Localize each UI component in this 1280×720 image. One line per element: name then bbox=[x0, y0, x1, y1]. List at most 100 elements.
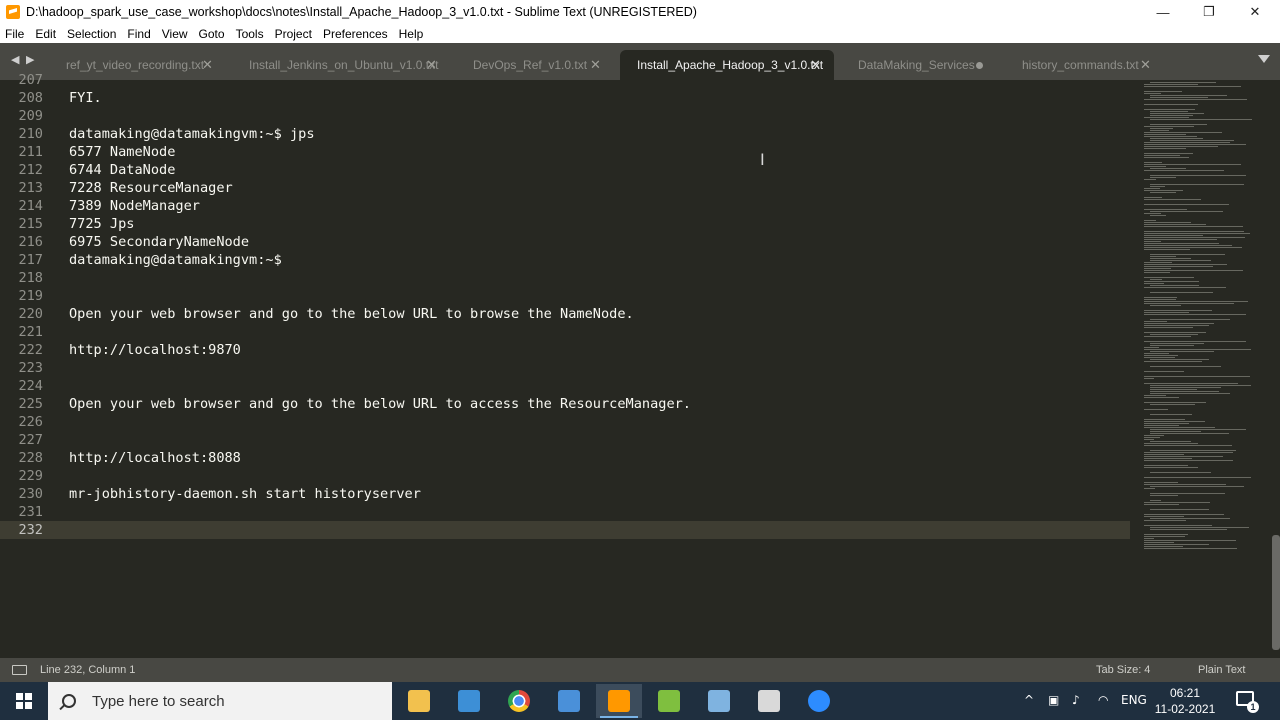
taskbar-app-notepad-plus-plus[interactable] bbox=[646, 684, 692, 718]
line-number: 207 bbox=[18, 72, 43, 88]
minimap-line bbox=[1144, 299, 1176, 300]
menu-project[interactable]: Project bbox=[270, 27, 318, 41]
input-language[interactable]: ENG bbox=[1121, 693, 1147, 707]
line-text: Open your web browser and go to the belo… bbox=[69, 306, 634, 322]
code-line: 226 bbox=[0, 413, 1130, 431]
taskbar-app-virtualbox[interactable] bbox=[696, 684, 742, 718]
minimap-line bbox=[1150, 441, 1191, 442]
show-hidden-icons-chevron-icon[interactable]: ^ bbox=[1024, 693, 1034, 707]
minimap-line bbox=[1150, 292, 1213, 293]
tab-label: Install_Apache_Hadoop_3_v1.0.txt bbox=[637, 58, 824, 72]
tab-list-dropdown-icon[interactable] bbox=[1258, 55, 1270, 63]
minimap[interactable] bbox=[1140, 80, 1268, 658]
taskbar-app-screen-recorder[interactable] bbox=[746, 684, 792, 718]
minimap-line bbox=[1150, 389, 1197, 390]
minimap-line bbox=[1150, 343, 1204, 344]
taskbar-app-task-view[interactable] bbox=[446, 684, 492, 718]
minimap-line bbox=[1144, 287, 1226, 288]
minimap-line bbox=[1144, 353, 1169, 354]
clock-time: 06:21 bbox=[1169, 686, 1201, 700]
maximize-button[interactable]: ❐ bbox=[1186, 0, 1232, 24]
start-button[interactable] bbox=[0, 682, 48, 720]
taskbar-app-sublime-text[interactable] bbox=[596, 684, 642, 718]
line-number: 227 bbox=[18, 432, 43, 448]
notifications-count-badge: 1 bbox=[1247, 701, 1259, 713]
tab-scroll-left-icon[interactable]: ◀ bbox=[11, 53, 19, 66]
menu-edit[interactable]: Edit bbox=[30, 27, 62, 41]
unsaved-dot-icon[interactable] bbox=[976, 62, 983, 69]
minimap-line bbox=[1144, 297, 1177, 298]
line-text: 7725 Jps bbox=[69, 216, 135, 232]
code-line: 228 http://localhost:8088 bbox=[0, 449, 1130, 467]
minimap-line bbox=[1144, 270, 1243, 271]
menu-view[interactable]: View bbox=[157, 27, 194, 41]
minimap-line bbox=[1144, 425, 1179, 426]
minimap-line bbox=[1144, 243, 1219, 244]
line-number: 228 bbox=[18, 450, 43, 466]
code-line: 210 datamaking@datamakingvm:~$ jps bbox=[0, 125, 1130, 143]
minimap-line bbox=[1144, 241, 1161, 242]
editor-area[interactable]: 207 208 FYI. 209 210 datamaking@datamaking… bbox=[0, 72, 1280, 658]
menu-tools[interactable]: Tools bbox=[231, 27, 270, 41]
menu-help[interactable]: Help bbox=[394, 27, 430, 41]
minimap-line bbox=[1144, 209, 1187, 210]
meet-now-icon[interactable]: ▣ bbox=[1048, 693, 1059, 707]
vertical-scrollbar[interactable] bbox=[1272, 535, 1280, 650]
minimap-line bbox=[1144, 153, 1193, 154]
minimap-line bbox=[1150, 130, 1169, 131]
minimap-line bbox=[1144, 93, 1161, 94]
taskbar-app-zoom[interactable] bbox=[796, 684, 842, 718]
minimap-line bbox=[1144, 199, 1201, 200]
volume-icon[interactable]: ♪ bbox=[1072, 693, 1080, 707]
tab-close-icon[interactable]: ✕ bbox=[1140, 57, 1151, 73]
line-number: 219 bbox=[18, 288, 43, 304]
minimap-line bbox=[1144, 162, 1162, 163]
wifi-icon[interactable]: ◠ bbox=[1098, 693, 1108, 707]
minimap-line bbox=[1144, 458, 1192, 459]
taskbar-search-box[interactable]: Type here to search bbox=[48, 682, 392, 720]
file-explorer-icon bbox=[408, 690, 430, 712]
code-line: 219 bbox=[0, 287, 1130, 305]
minimap-line bbox=[1144, 197, 1162, 198]
minimap-line bbox=[1150, 215, 1166, 216]
minimap-line bbox=[1144, 237, 1245, 238]
menu-goto[interactable]: Goto bbox=[194, 27, 231, 41]
minimap-line bbox=[1144, 383, 1238, 384]
line-number: 211 bbox=[18, 144, 43, 160]
syntax-mode[interactable]: Plain Text bbox=[1198, 664, 1246, 676]
tab-label: ref_yt_video_recording.txt bbox=[66, 58, 205, 72]
line-number: 221 bbox=[18, 324, 43, 340]
minimap-line bbox=[1144, 281, 1199, 282]
minimap-line bbox=[1144, 277, 1194, 278]
taskbar-app-file-explorer[interactable] bbox=[396, 684, 442, 718]
minimap-line bbox=[1144, 157, 1189, 158]
taskbar-app-remote-desktop[interactable] bbox=[546, 684, 592, 718]
code-line: 211 6577 NameNode bbox=[0, 143, 1130, 161]
close-button[interactable]: ✕ bbox=[1232, 0, 1278, 24]
minimap-line bbox=[1150, 254, 1225, 255]
line-number: 213 bbox=[18, 180, 43, 196]
chrome-icon bbox=[508, 690, 530, 712]
minimap-line bbox=[1144, 525, 1212, 526]
minimap-line bbox=[1150, 500, 1161, 501]
menu-file[interactable]: File bbox=[0, 27, 30, 41]
minimap-line bbox=[1144, 488, 1155, 489]
minimap-line bbox=[1144, 395, 1166, 396]
cursor-position[interactable]: Line 232, Column 1 bbox=[40, 664, 135, 676]
menu-find[interactable]: Find bbox=[122, 27, 156, 41]
minimap-line bbox=[1144, 231, 1244, 232]
code-line: 218 bbox=[0, 269, 1130, 287]
code-line: 214 7389 NodeManager bbox=[0, 197, 1130, 215]
menu-preferences[interactable]: Preferences bbox=[318, 27, 394, 41]
minimap-line bbox=[1144, 477, 1251, 478]
panel-toggle-icon[interactable] bbox=[12, 665, 27, 675]
minimap-line bbox=[1150, 128, 1173, 129]
line-number: 220 bbox=[18, 306, 43, 322]
tab-size[interactable]: Tab Size: 4 bbox=[1096, 664, 1150, 676]
system-clock[interactable]: 06:21 11-02-2021 bbox=[1150, 685, 1220, 717]
tab-scroll-right-icon[interactable]: ▶ bbox=[26, 53, 34, 66]
menu-selection[interactable]: Selection bbox=[62, 27, 122, 41]
line-text: Open your web browser and go to the belo… bbox=[69, 396, 691, 412]
taskbar-app-chrome[interactable] bbox=[496, 684, 542, 718]
minimize-button[interactable]: — bbox=[1140, 0, 1186, 24]
